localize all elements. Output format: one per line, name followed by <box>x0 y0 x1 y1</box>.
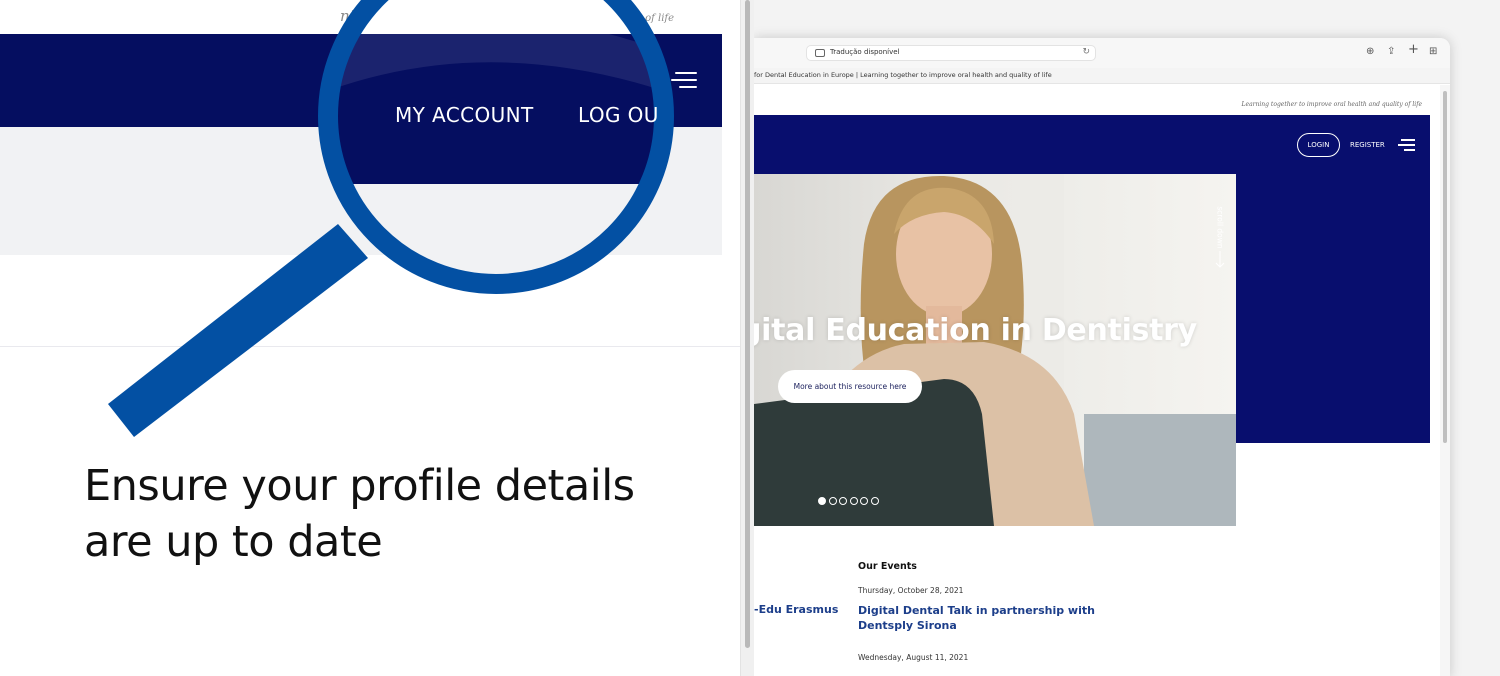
download-icon[interactable]: ⊕ <box>1366 46 1374 58</box>
right-scrollbar[interactable] <box>1440 85 1450 676</box>
tab-strip: for Dental Education in Europe | Learnin… <box>754 68 1450 84</box>
profile-headline: Ensure your profile details are up to da… <box>84 458 724 570</box>
left-zoomed-panel: ning together to improve oral head quali… <box>0 0 740 676</box>
left-scrollbar-thumb[interactable] <box>745 0 750 648</box>
site-tagline: Learning together to improve oral health… <box>1241 101 1422 108</box>
hero-photo <box>754 174 1236 526</box>
slider-dot-icon[interactable] <box>870 497 879 505</box>
website-viewport: Learning together to improve oral health… <box>754 85 1440 676</box>
zoomed-divider <box>0 346 740 347</box>
my-account-link[interactable]: MY ACCOUNT <box>395 103 534 127</box>
slider-dot-icon[interactable] <box>839 497 847 505</box>
hamburger-menu-icon[interactable] <box>1398 139 1415 151</box>
hero-photo-illustration <box>754 174 1236 526</box>
hero-title: igital Education in Dentistry <box>754 313 1197 348</box>
event-date: Thursday, October 28, 2021 <box>858 586 964 595</box>
new-tab-icon[interactable]: + <box>1408 43 1419 56</box>
login-button[interactable]: LOGIN <box>1297 133 1340 157</box>
left-scrollbar[interactable] <box>740 0 754 676</box>
tab-title[interactable]: for Dental Education in Europe | Learnin… <box>754 71 1052 79</box>
slider-dot-icon[interactable] <box>860 497 868 505</box>
reload-icon[interactable]: ↻ <box>1082 47 1090 57</box>
event-link-partial[interactable]: -Edu Erasmus <box>754 603 838 616</box>
browser-toolbar: Tradução disponível ↻ ⊕ ⇪ + ⊞ <box>754 38 1450 68</box>
event-date: Wednesday, August 11, 2021 <box>858 653 969 662</box>
right-scrollbar-thumb[interactable] <box>1443 91 1447 443</box>
translate-icon[interactable] <box>815 49 825 57</box>
more-resource-button[interactable]: More about this resource here <box>778 370 922 403</box>
browser-window: Tradução disponível ↻ ⊕ ⇪ + ⊞ for Dental… <box>754 38 1450 676</box>
scroll-down-indicator[interactable]: scroll down <box>1213 193 1227 268</box>
events-title: Our Events <box>858 561 917 572</box>
slider-dot-icon[interactable] <box>818 497 826 505</box>
zoomed-gray-band <box>0 127 722 255</box>
log-out-link[interactable]: LOG OU <box>578 103 659 127</box>
address-bar[interactable]: Tradução disponível ↻ <box>806 45 1096 61</box>
register-link[interactable]: REGISTER <box>1350 141 1385 149</box>
address-bar-text: Tradução disponível <box>830 48 900 56</box>
tab-grid-icon[interactable]: ⊞ <box>1429 46 1437 58</box>
slider-dot-icon[interactable] <box>849 497 858 505</box>
zoomed-tagline: ning together to improve oral head quali… <box>340 7 675 25</box>
share-icon[interactable]: ⇪ <box>1387 46 1395 58</box>
headline-line-1: Ensure your profile details <box>84 461 635 511</box>
hamburger-menu-icon[interactable] <box>671 72 697 90</box>
right-browser-panel: Tradução disponível ↻ ⊕ ⇪ + ⊞ for Dental… <box>754 0 1500 676</box>
scroll-down-label: scroll down <box>1215 206 1225 249</box>
event-link[interactable]: Digital Dental Talk in partnership with … <box>858 603 1098 633</box>
slider-dot-icon[interactable] <box>828 497 837 505</box>
headline-line-2: are up to date <box>84 517 383 567</box>
